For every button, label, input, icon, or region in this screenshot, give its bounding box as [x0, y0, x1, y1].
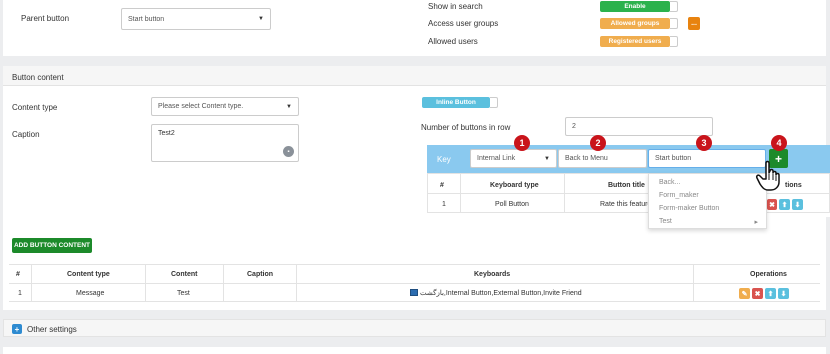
chevron-down-icon: ▼: [544, 155, 550, 162]
column-header: Button title: [608, 182, 645, 189]
column-header: Keyboards: [474, 271, 511, 278]
parent-button-label: Parent button: [21, 14, 70, 23]
content-type-label: Content type: [12, 103, 58, 112]
row-divider: [9, 283, 820, 284]
button-settings-panel: Parent button Start button ▼ Show in sea…: [3, 0, 826, 56]
column-header: Content type: [67, 271, 110, 278]
keyboard-type-cell: Poll Button: [495, 201, 529, 208]
keyboard-type-select[interactable]: Internal Link ▼: [470, 149, 557, 168]
caption-textarea[interactable]: Test2 ▪: [151, 124, 299, 162]
add-button-content-button[interactable]: ADD BUTTON CONTENT: [12, 238, 92, 253]
button-title-input[interactable]: Back to Menu: [558, 149, 647, 168]
emoji-icon[interactable]: ▪: [283, 146, 294, 157]
target-button-dropdown[interactable]: Back... Form_maker Form-maker Button Tes…: [648, 173, 767, 229]
row-number: 1: [442, 201, 446, 208]
column-header: tions: [785, 182, 802, 189]
access-user-groups-toggle[interactable]: Allowed groups: [600, 18, 670, 29]
dropdown-option[interactable]: Back...: [649, 176, 766, 189]
chevron-down-icon: ▼: [286, 103, 292, 110]
content-type-cell: Message: [76, 290, 105, 297]
allowed-users-toggle-knob[interactable]: [670, 36, 678, 47]
content-cell: Test: [177, 290, 190, 297]
edit-icon[interactable]: ✎: [739, 288, 750, 299]
allowed-users-toggle[interactable]: Registered users: [600, 36, 670, 47]
num-buttons-input[interactable]: 2: [565, 117, 713, 136]
column-header: Content: [171, 271, 198, 278]
step-badge: 4: [771, 135, 787, 151]
delete-icon[interactable]: ✖: [767, 199, 777, 210]
content-type-select[interactable]: Please select Content type. ▼: [151, 97, 299, 116]
column-header: Operations: [750, 271, 787, 278]
chevron-down-icon: ▼: [258, 16, 264, 22]
delete-icon[interactable]: ✖: [752, 288, 763, 299]
target-button-input[interactable]: Start button: [648, 149, 766, 168]
caption-label: Caption: [12, 130, 40, 139]
inline-button-toggle-knob[interactable]: [490, 97, 498, 108]
select-groups-button[interactable]: ...: [688, 17, 700, 30]
dropdown-option[interactable]: Form_maker: [649, 189, 766, 202]
show-in-search-toggle[interactable]: Enable: [600, 1, 670, 12]
submenu-arrow-icon: ▸: [754, 218, 758, 226]
bottom-panel: [3, 347, 826, 354]
arrow-up-icon[interactable]: ⬆: [765, 288, 776, 299]
access-user-groups-label: Access user groups: [428, 19, 499, 28]
column-header: Keyboard type: [490, 182, 539, 189]
arrow-down-icon[interactable]: ⬇: [792, 199, 803, 210]
column-header: #: [16, 271, 20, 278]
keyboard-icon: [410, 289, 418, 296]
show-in-search-toggle-knob[interactable]: [670, 1, 678, 12]
row-divider: [428, 193, 829, 194]
step-badge: 1: [514, 135, 530, 151]
num-buttons-label: Number of buttons in row: [421, 123, 511, 132]
button-content-header: Button content: [3, 66, 826, 86]
arrow-down-icon[interactable]: ⬇: [778, 288, 789, 299]
access-user-groups-toggle-knob[interactable]: [670, 18, 678, 29]
button-content-panel: Button content Content type Please selec…: [3, 66, 830, 310]
contents-table: # Content type Content Caption Keyboards…: [9, 264, 820, 302]
dropdown-option[interactable]: Form-maker Button: [649, 202, 766, 215]
step-badge: 2: [590, 135, 606, 151]
show-in-search-label: Show in search: [428, 2, 483, 11]
step-badge: 3: [696, 135, 712, 151]
dropdown-option[interactable]: Test ▸: [649, 215, 766, 228]
row-number: 1: [18, 290, 22, 297]
other-settings-bar[interactable]: + Other settings: [3, 319, 826, 337]
hand-pointer-icon: [755, 160, 785, 192]
column-header: Caption: [247, 271, 274, 278]
plus-square-icon[interactable]: +: [12, 324, 22, 334]
column-header: #: [440, 182, 444, 189]
keyboards-cell: بازگشت,Internal Button,External Button,I…: [420, 290, 582, 297]
other-settings-label: Other settings: [27, 325, 77, 334]
parent-button-select[interactable]: Start button ▼: [121, 8, 271, 30]
button-title-cell: Rate this feature: [600, 201, 652, 208]
key-label: Key: [437, 155, 451, 164]
arrow-up-icon[interactable]: ⬆: [779, 199, 790, 210]
inline-button-toggle[interactable]: Inline Button: [422, 97, 490, 108]
section-title: Button content: [12, 73, 64, 82]
allowed-users-label: Allowed users: [428, 37, 478, 46]
